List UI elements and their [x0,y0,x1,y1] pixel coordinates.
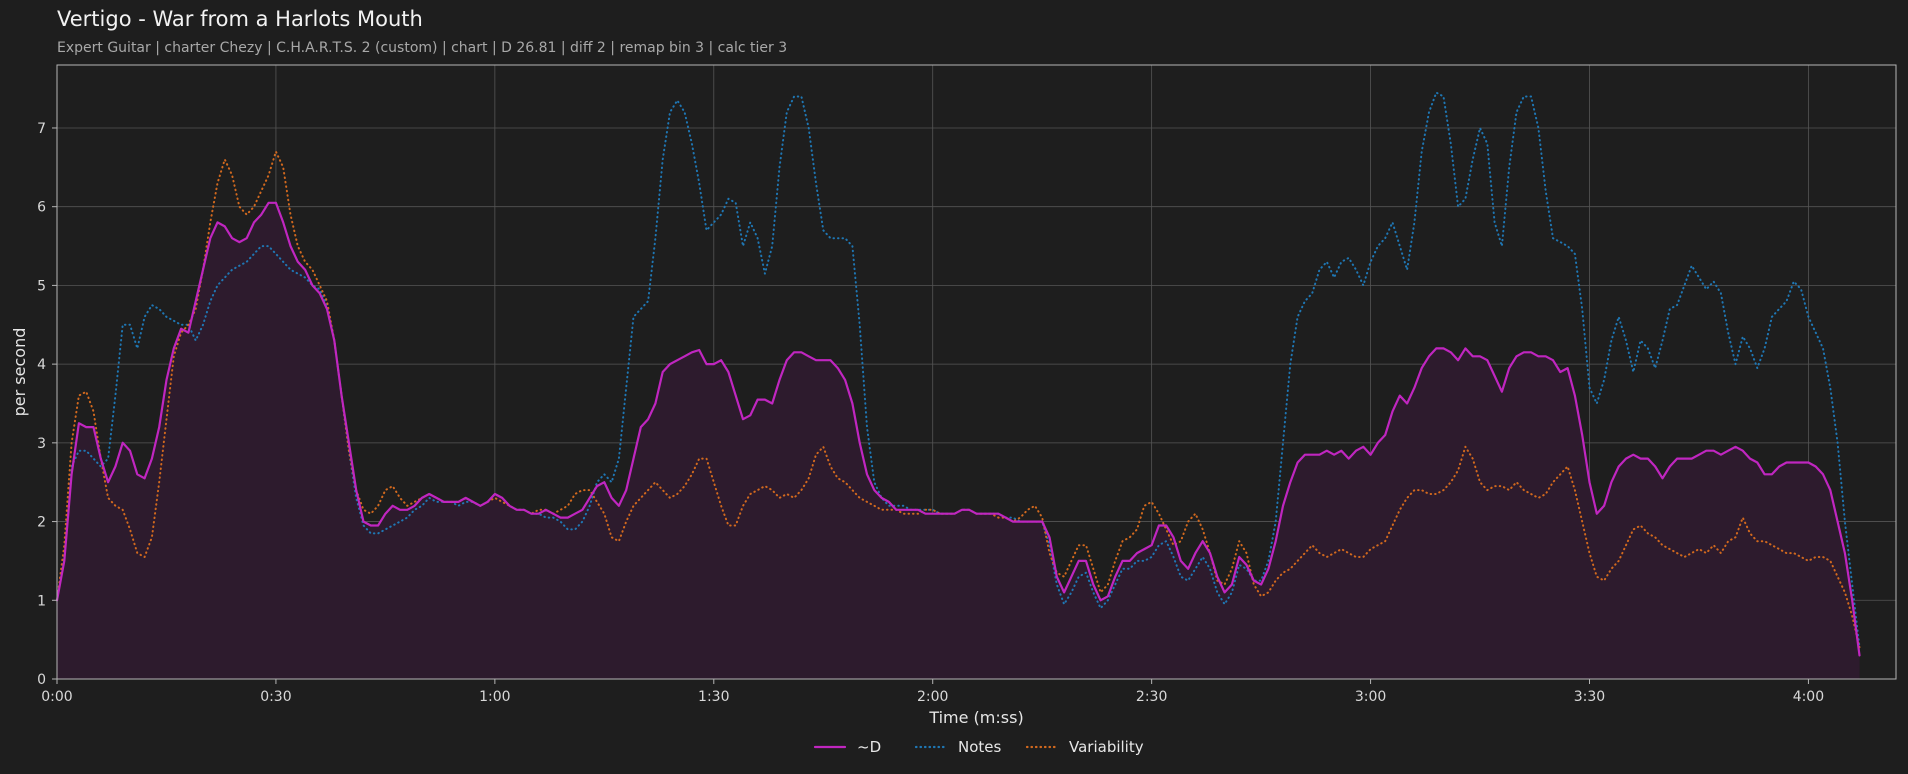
x-tick-label: 2:00 [917,689,948,705]
x-tick-label: 3:30 [1574,689,1605,705]
y-tick-label: 0 [37,672,46,688]
x-tick-label: 4:00 [1793,689,1824,705]
legend: ~D Notes Variability [813,738,1144,756]
x-tick-label: 0:00 [41,689,72,705]
x-tick-label: 1:30 [698,689,729,705]
x-tick-label: 0:30 [260,689,291,705]
x-axis-label: Time (m:ss) [928,708,1023,727]
line-chart: 0:00 0:30 1:00 1:30 2:00 2:30 3:00 3:30 4:00 0 1 2 3… [10,64,1897,756]
y-tick-label: 1 [37,593,46,609]
y-tick-label: 5 [37,278,46,294]
y-tick-label: 3 [37,436,46,452]
y-tick-label: 6 [37,200,46,216]
y-tick-label: 7 [37,121,46,137]
y-tick-label: 4 [37,357,46,373]
x-tick-label: 2:30 [1136,689,1167,705]
y-tick-label: 2 [37,515,46,531]
legend-label: ~D [857,738,881,756]
x-tick-label: 1:00 [479,689,510,705]
x-tick-label: 3:00 [1355,689,1386,705]
y-axis-label: per second [10,328,29,417]
legend-label: Notes [958,738,1002,756]
legend-label: Variability [1069,738,1144,756]
